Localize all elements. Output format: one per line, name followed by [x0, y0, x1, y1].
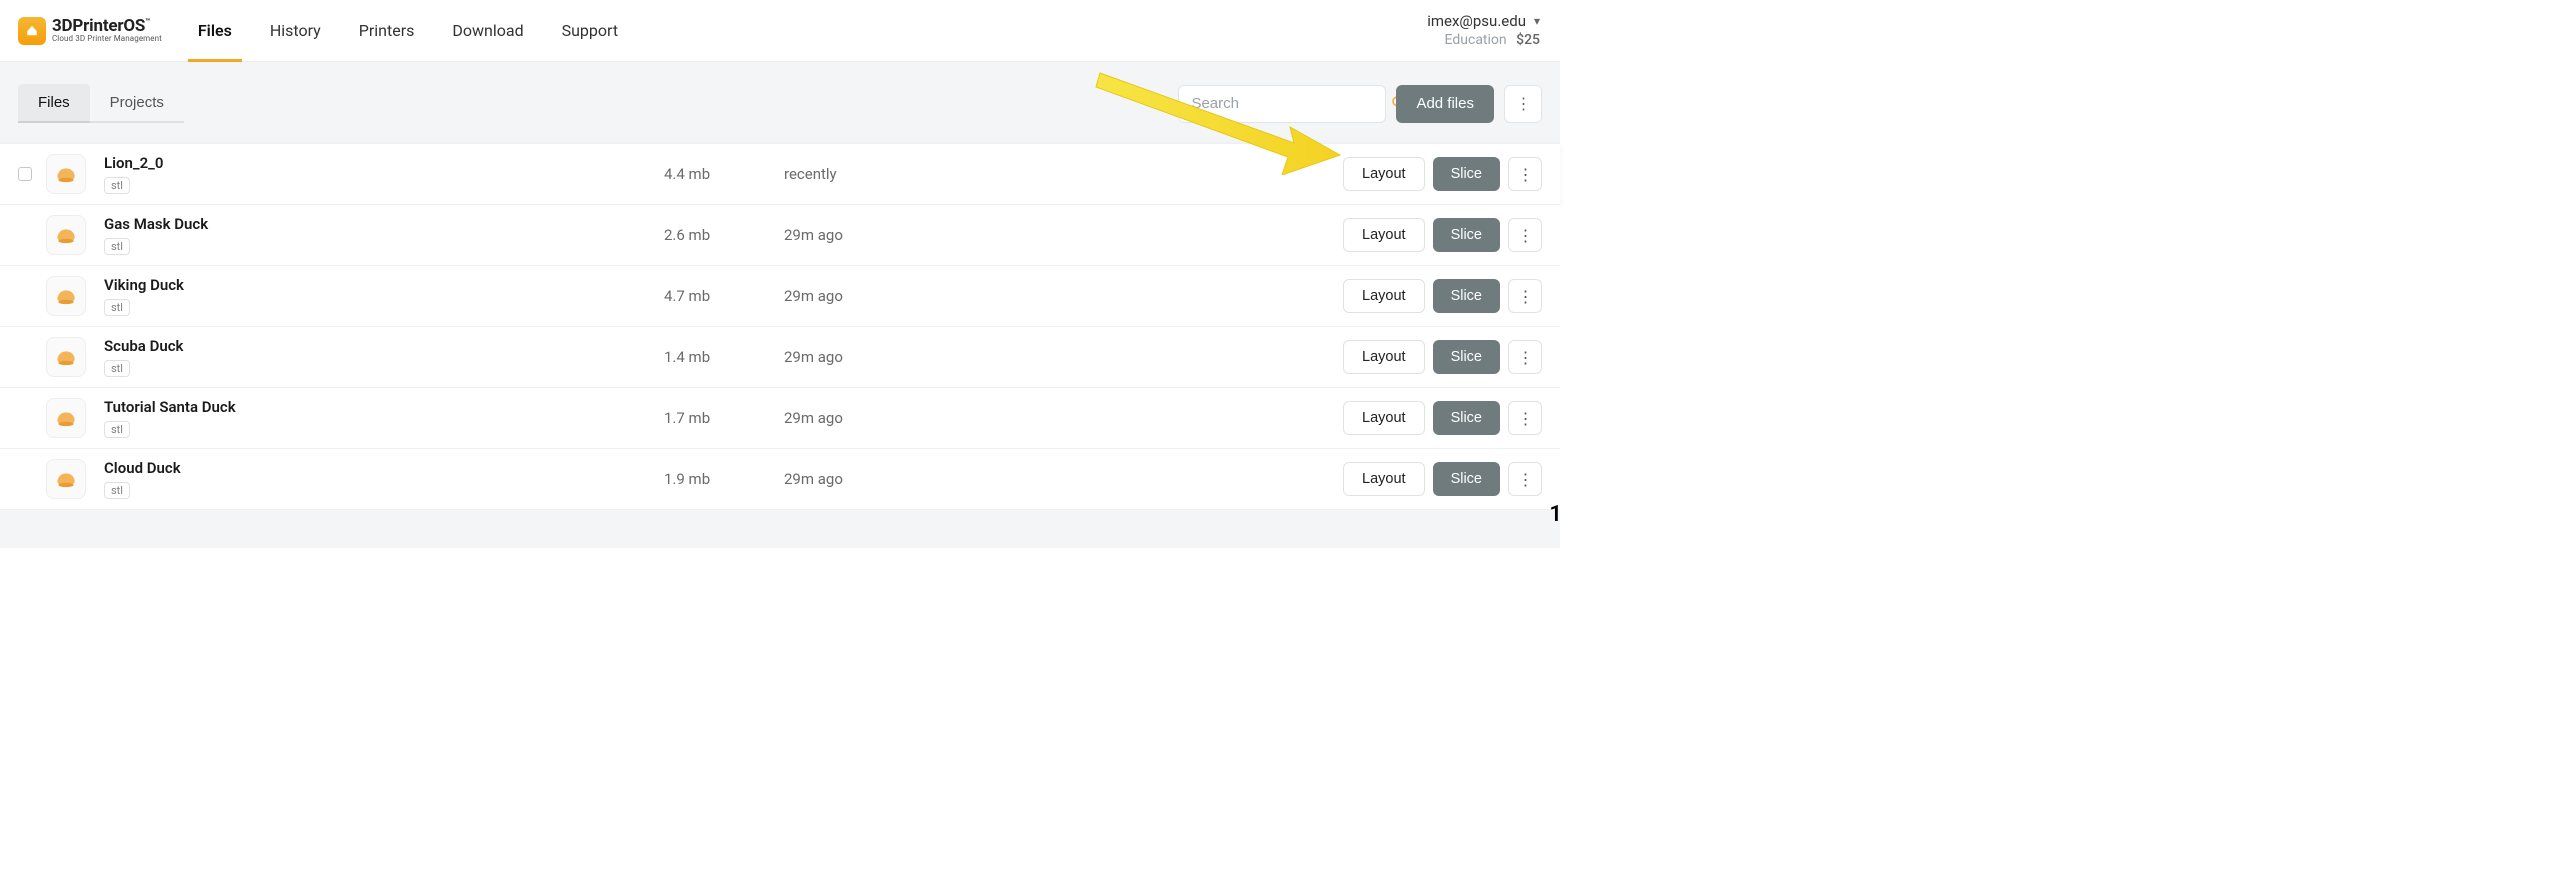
kebab-icon: ⋮ [1518, 226, 1533, 245]
table-row[interactable]: Viking Duck stl 4.7 mb 29m ago Layout Sl… [0, 266, 1560, 327]
toolbar: Files Projects Add files ⋮ [18, 84, 1542, 123]
search-box[interactable] [1178, 85, 1386, 123]
app-header: 3DPrinterOS™ Cloud 3D Printer Management… [0, 0, 1560, 62]
kebab-icon: ⋮ [1516, 94, 1531, 113]
slice-button[interactable]: Slice [1433, 218, 1500, 252]
logo-text: 3DPrinterOS™ Cloud 3D Printer Management [52, 18, 162, 43]
kebab-icon: ⋮ [1518, 348, 1533, 367]
main-nav: Files History Printers Download Support [198, 0, 618, 61]
search-input[interactable] [1191, 95, 1390, 112]
row-more-button[interactable]: ⋮ [1508, 401, 1542, 435]
balance: $25 [1516, 32, 1540, 48]
row-more-button[interactable]: ⋮ [1508, 157, 1542, 191]
trademark-icon: ™ [145, 17, 150, 26]
file-thumbnail[interactable] [46, 398, 86, 438]
file-time: recently [784, 165, 1004, 183]
nav-printers[interactable]: Printers [359, 0, 415, 61]
tab-projects[interactable]: Projects [90, 84, 184, 123]
row-more-button[interactable]: ⋮ [1508, 279, 1542, 313]
file-time: 29m ago [784, 348, 1004, 366]
file-ext-badge: stl [104, 482, 130, 499]
row-more-button[interactable]: ⋮ [1508, 462, 1542, 496]
file-name: Lion_2_0 [104, 154, 664, 172]
table-row[interactable]: Tutorial Santa Duck stl 1.7 mb 29m ago L… [0, 388, 1560, 449]
table-row[interactable]: Lion_2_0 stl 4.4 mb recently Layout Slic… [0, 143, 1560, 205]
file-name: Viking Duck [104, 276, 664, 294]
model-icon [53, 405, 79, 431]
file-size: 2.6 mb [664, 226, 784, 244]
file-thumbnail[interactable] [46, 154, 86, 194]
kebab-icon: ⋮ [1518, 165, 1533, 184]
file-name: Cloud Duck [104, 459, 664, 477]
nav-files[interactable]: Files [198, 0, 232, 61]
slice-button[interactable]: Slice [1433, 279, 1500, 313]
table-row[interactable]: Scuba Duck stl 1.4 mb 29m ago Layout Sli… [0, 327, 1560, 388]
kebab-icon: ⋮ [1518, 287, 1533, 306]
file-size: 1.4 mb [664, 348, 784, 366]
brand-name: 3DPrinterOS [52, 16, 145, 36]
file-thumbnail[interactable] [46, 459, 86, 499]
file-thumbnail[interactable] [46, 337, 86, 377]
model-icon [53, 161, 79, 187]
file-list: Lion_2_0 stl 4.4 mb recently Layout Slic… [18, 143, 1542, 510]
file-name: Tutorial Santa Duck [104, 398, 664, 416]
user-menu[interactable]: imex@psu.edu ▾ Education $25 [1427, 11, 1540, 50]
slice-button[interactable]: Slice [1433, 340, 1500, 374]
slice-button[interactable]: Slice [1433, 401, 1500, 435]
layout-button[interactable]: Layout [1343, 218, 1425, 252]
kebab-icon: ⋮ [1518, 470, 1533, 489]
file-size: 4.7 mb [664, 287, 784, 305]
toolbar-more-button[interactable]: ⋮ [1504, 85, 1542, 123]
table-row[interactable]: Gas Mask Duck stl 2.6 mb 29m ago Layout … [0, 205, 1560, 266]
chevron-down-icon: ▾ [1534, 13, 1540, 29]
add-files-button[interactable]: Add files [1396, 85, 1494, 123]
file-time: 29m ago [784, 287, 1004, 305]
file-ext-badge: stl [104, 177, 130, 194]
file-size: 1.7 mb [664, 409, 784, 427]
file-size: 1.9 mb [664, 470, 784, 488]
file-thumbnail[interactable] [46, 276, 86, 316]
kebab-icon: ⋮ [1518, 409, 1533, 428]
brand-logo[interactable]: 3DPrinterOS™ Cloud 3D Printer Management [18, 17, 162, 45]
file-ext-badge: stl [104, 299, 130, 316]
nav-download[interactable]: Download [452, 0, 523, 61]
logo-icon [18, 17, 46, 45]
plan-label: Education [1445, 32, 1507, 48]
slice-button[interactable]: Slice [1433, 462, 1500, 496]
row-checkbox[interactable] [18, 167, 32, 181]
row-more-button[interactable]: ⋮ [1508, 218, 1542, 252]
file-ext-badge: stl [104, 421, 130, 438]
file-size: 4.4 mb [664, 165, 784, 183]
layout-button[interactable]: Layout [1343, 279, 1425, 313]
slice-button[interactable]: Slice [1433, 157, 1500, 191]
brand-tagline: Cloud 3D Printer Management [52, 35, 162, 43]
nav-support[interactable]: Support [562, 0, 618, 61]
file-time: 29m ago [784, 409, 1004, 427]
model-icon [53, 222, 79, 248]
file-thumbnail[interactable] [46, 215, 86, 255]
cropped-glyph: 1 [1549, 502, 1562, 527]
main-area: Files Projects Add files ⋮ [0, 62, 1560, 548]
row-more-button[interactable]: ⋮ [1508, 340, 1542, 374]
nav-history[interactable]: History [270, 0, 321, 61]
model-icon [53, 344, 79, 370]
user-email: imex@psu.edu [1427, 11, 1526, 31]
file-name: Gas Mask Duck [104, 215, 664, 233]
tab-files[interactable]: Files [18, 84, 90, 123]
layout-button[interactable]: Layout [1343, 157, 1425, 191]
layout-button[interactable]: Layout [1343, 462, 1425, 496]
table-row[interactable]: Cloud Duck stl 1.9 mb 29m ago Layout Sli… [0, 449, 1560, 510]
file-time: 29m ago [784, 226, 1004, 244]
file-ext-badge: stl [104, 238, 130, 255]
model-icon [53, 466, 79, 492]
layout-button[interactable]: Layout [1343, 340, 1425, 374]
layout-button[interactable]: Layout [1343, 401, 1425, 435]
file-name: Scuba Duck [104, 337, 664, 355]
subtabs: Files Projects [18, 84, 184, 123]
file-ext-badge: stl [104, 360, 130, 377]
file-time: 29m ago [784, 470, 1004, 488]
model-icon [53, 283, 79, 309]
